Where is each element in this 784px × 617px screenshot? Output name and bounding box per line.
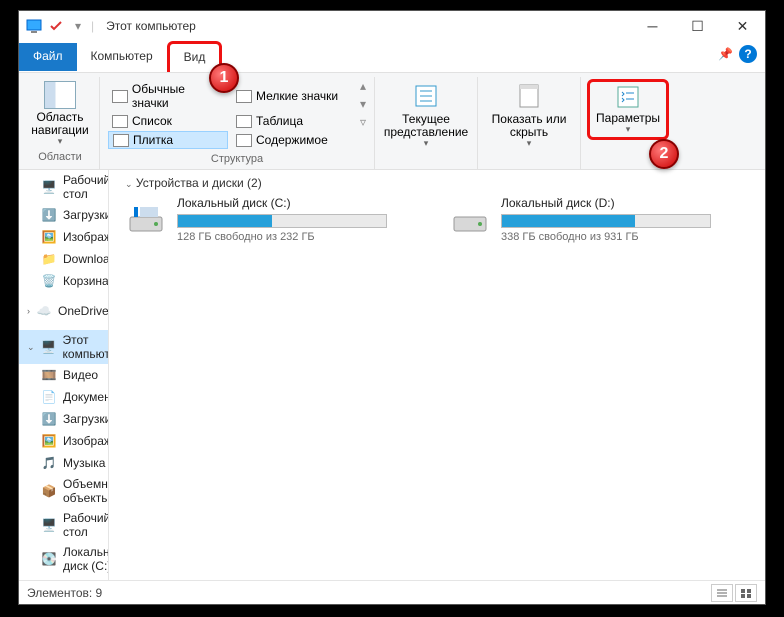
- pin-ribbon-icon[interactable]: 📌: [718, 47, 733, 61]
- view-details-button[interactable]: [711, 584, 733, 602]
- desktop-icon: 🖥️: [41, 517, 57, 533]
- minimize-button[interactable]: ─: [630, 11, 675, 41]
- tab-file[interactable]: Файл: [19, 43, 77, 71]
- ribbon: Область навигации ▾ Области Обычные знач…: [19, 73, 765, 170]
- sidebar-item-3d[interactable]: 📦Объемные объекты: [19, 474, 108, 508]
- navigation-pane-button[interactable]: Область навигации ▾: [27, 79, 93, 149]
- downloads-icon: ⬇️: [41, 411, 57, 427]
- group-layout-label: Структура: [211, 153, 263, 167]
- ribbon-tabs: Файл Компьютер Вид 1 📌 ?: [19, 41, 765, 73]
- folder-icon: 📁: [41, 251, 57, 267]
- group-areas-label: Области: [38, 151, 82, 165]
- explorer-window: ▾ | Этот компьютер ─ ☐ ✕ Файл Компьютер …: [18, 10, 766, 605]
- sidebar-item-music[interactable]: 🎵Музыка: [19, 452, 108, 474]
- drive-d[interactable]: Локальный диск (D:) 338 ГБ свободно из 9…: [449, 196, 749, 243]
- layout-scroll-down-icon[interactable]: ▾: [360, 97, 366, 111]
- sidebar-item-videos[interactable]: 🎞️Видео: [19, 364, 108, 386]
- qat-overflow-icon[interactable]: ▾: [69, 17, 87, 35]
- window-title: Этот компьютер: [106, 19, 196, 33]
- status-bar: Элементов: 9: [19, 580, 765, 604]
- layout-scroll-up-icon[interactable]: ▴: [360, 79, 366, 93]
- callout-2: 2: [649, 139, 679, 169]
- sidebar-item-desktop[interactable]: 🖥️Рабочий стол📌: [19, 170, 108, 204]
- pc-icon: [25, 17, 43, 35]
- drive-d-name: Локальный диск (D:): [501, 196, 749, 210]
- disk-icon: 💽: [41, 551, 57, 567]
- sidebar-item-disk-c[interactable]: 💽Локальный диск (C:): [19, 542, 108, 576]
- disk-icon: [449, 196, 491, 238]
- tab-computer[interactable]: Компьютер: [77, 43, 167, 71]
- sidebar-item-onedrive[interactable]: ›☁️OneDrive: [19, 300, 108, 322]
- status-items: Элементов: 9: [27, 586, 102, 600]
- recycle-icon: 🗑️: [41, 273, 57, 289]
- options-button[interactable]: Параметры ▾: [587, 79, 669, 140]
- music-icon: 🎵: [41, 455, 57, 471]
- title-bar: ▾ | Этот компьютер ─ ☐ ✕: [19, 11, 765, 41]
- drive-c-sub: 128 ГБ свободно из 232 ГБ: [177, 231, 425, 243]
- documents-icon: 📄: [41, 389, 57, 405]
- help-icon[interactable]: ?: [739, 45, 757, 63]
- drive-d-bar: [501, 214, 711, 228]
- maximize-button[interactable]: ☐: [675, 11, 720, 41]
- nav-pane-label: Область навигации: [29, 111, 91, 137]
- pictures-icon: 🖼️: [41, 229, 57, 245]
- drive-c-bar: [177, 214, 387, 228]
- cube-icon: 📦: [41, 483, 57, 499]
- layout-tiles[interactable]: Плитка: [108, 131, 228, 149]
- callout-1: 1: [209, 63, 239, 93]
- drive-c-name: Локальный диск (C:): [177, 196, 425, 210]
- layout-small-icons[interactable]: Мелкие значки: [232, 81, 352, 111]
- layout-medium-icons[interactable]: Обычные значки: [108, 81, 228, 111]
- downloads-icon: ⬇️: [41, 207, 57, 223]
- onedrive-icon: ☁️: [36, 303, 52, 319]
- content-pane: ⌄ Устройства и диски (2) Локальный диск …: [109, 170, 765, 580]
- sidebar-item-documents[interactable]: 📄Документы: [19, 386, 108, 408]
- sidebar-item-downloads[interactable]: ⬇️Загрузки📌: [19, 204, 108, 226]
- sidebar-item-pictures[interactable]: 🖼️Изображения📌: [19, 226, 108, 248]
- layout-table[interactable]: Таблица: [232, 113, 352, 129]
- pictures-icon: 🖼️: [41, 433, 57, 449]
- sidebar-item-recycle[interactable]: 🗑️Корзина📌: [19, 270, 108, 292]
- layout-expand-icon[interactable]: ▿: [360, 115, 366, 129]
- layout-content[interactable]: Содержимое: [232, 131, 352, 149]
- sidebar-item-desktop2[interactable]: 🖥️Рабочий стол: [19, 508, 108, 542]
- check-icon: [47, 17, 65, 35]
- disk-icon: [125, 196, 167, 238]
- desktop-icon: 🖥️: [41, 179, 57, 195]
- navigation-sidebar: 🖥️Рабочий стол📌 ⬇️Загрузки📌 🖼️Изображени…: [19, 170, 109, 580]
- sidebar-item-this-pc[interactable]: ⌄🖥️Этот компьютер: [19, 330, 108, 364]
- current-view-button[interactable]: Текущее представление▾: [381, 79, 471, 151]
- section-header[interactable]: ⌄ Устройства и диски (2): [125, 174, 749, 196]
- drive-c[interactable]: Локальный диск (C:) 128 ГБ свободно из 2…: [125, 196, 425, 243]
- video-icon: 🎞️: [41, 367, 57, 383]
- pc-icon: 🖥️: [41, 339, 57, 355]
- sidebar-item-downloads3[interactable]: ⬇️Загрузки: [19, 408, 108, 430]
- sidebar-item-pictures2[interactable]: 🖼️Изображения: [19, 430, 108, 452]
- layout-list[interactable]: Список: [108, 113, 228, 129]
- sidebar-item-downloads2[interactable]: 📁Downloads📌: [19, 248, 108, 270]
- view-icons-button[interactable]: [735, 584, 757, 602]
- show-hide-button[interactable]: Показать или скрыть▾: [484, 79, 574, 151]
- drive-d-sub: 338 ГБ свободно из 931 ГБ: [501, 231, 749, 243]
- close-button[interactable]: ✕: [720, 11, 765, 41]
